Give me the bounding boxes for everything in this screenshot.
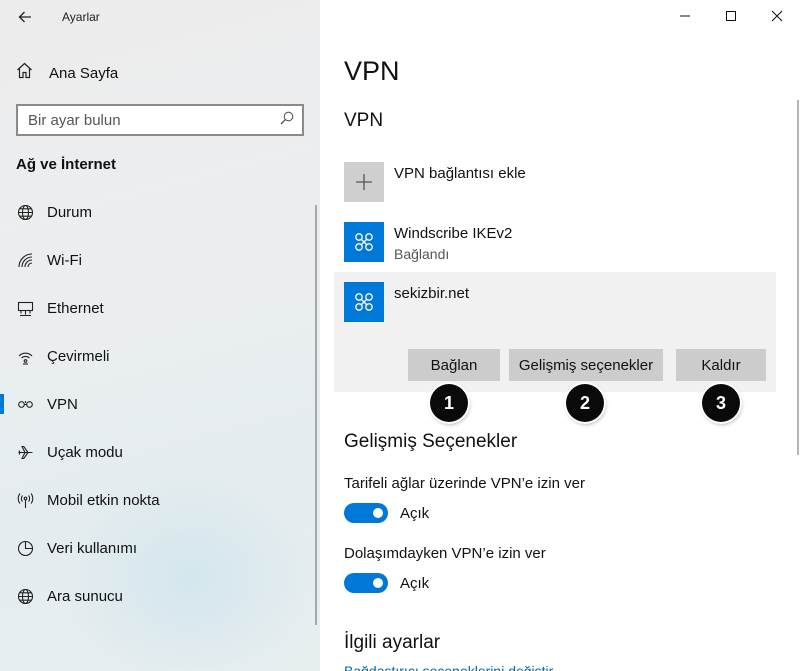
- sidebar-item-label: Uçak modu: [47, 443, 123, 461]
- ethernet-icon: [16, 299, 34, 317]
- vpn-connection-windscribe[interactable]: Windscribe IKEv2 Bağlandı: [344, 222, 776, 262]
- roaming-label: Dolaşımdayken VPN’e izin ver: [344, 545, 546, 562]
- vpn-icon: [355, 293, 373, 311]
- vpn-tile: [344, 222, 384, 262]
- pie-chart-icon: [16, 539, 34, 557]
- annotation-badge-1: 1: [430, 384, 468, 422]
- globe-icon: [16, 203, 34, 221]
- sidebar-section-title: Ağ ve İnternet: [16, 156, 117, 173]
- advanced-options-title: Gelişmiş Seçenekler: [344, 431, 518, 452]
- connect-button[interactable]: Bağlan: [408, 349, 500, 381]
- sidebar-item-label: VPN: [47, 395, 78, 413]
- add-vpn-label: VPN bağlantısı ekle: [394, 165, 526, 182]
- sidebar-item-label: Veri kullanımı: [47, 539, 138, 557]
- sidebar-nav: Durum Wi-Fi Ethernet Çevirmeli VPN Uçak …: [0, 188, 316, 620]
- dialup-icon: [16, 347, 34, 365]
- search-icon[interactable]: [280, 111, 294, 130]
- plus-icon: [356, 174, 372, 190]
- related-settings-title: İlgili ayarlar: [344, 632, 441, 653]
- add-icon-tile: [344, 162, 384, 202]
- sidebar-item-hotspot[interactable]: Mobil etkin nokta: [0, 476, 316, 524]
- airplane-icon: [16, 443, 34, 461]
- sidebar-item-label: Wi-Fi: [47, 251, 82, 269]
- sidebar-item-label: Mobil etkin nokta: [47, 491, 160, 509]
- metered-networks-toggle[interactable]: [344, 503, 388, 523]
- sidebar-item-data-usage[interactable]: Veri kullanımı: [0, 524, 316, 572]
- toggle-state-label: Açık: [400, 504, 430, 522]
- wifi-icon: [16, 251, 34, 269]
- section-title: VPN: [344, 110, 384, 131]
- roaming-toggle-row[interactable]: Açık: [344, 573, 429, 593]
- sidebar-item-airplane[interactable]: Uçak modu: [0, 428, 316, 476]
- roaming-toggle[interactable]: [344, 573, 388, 593]
- hotspot-icon: [16, 491, 34, 509]
- back-button[interactable]: [12, 4, 38, 30]
- toggle-state-label: Açık: [400, 574, 430, 592]
- metered-networks-toggle-row[interactable]: Açık: [344, 503, 429, 523]
- sidebar-home-label: Ana Sayfa: [49, 64, 119, 82]
- vpn-connection-sekizbir[interactable]: sekizbir.net: [344, 282, 776, 322]
- sidebar-item-label: Durum: [47, 203, 93, 221]
- vpn-icon: [355, 233, 373, 251]
- sidebar-item-dialup[interactable]: Çevirmeli: [0, 332, 316, 380]
- sidebar-item-ethernet[interactable]: Ethernet: [0, 284, 316, 332]
- app-title: Ayarlar: [62, 10, 100, 24]
- sidebar: Ayarlar Ana Sayfa Ağ ve İnternet Durum: [0, 0, 320, 671]
- home-icon: [16, 62, 33, 84]
- sidebar-item-proxy[interactable]: Ara sunucu: [0, 572, 316, 620]
- main-scrollbar[interactable]: [797, 100, 799, 455]
- connection-name: Windscribe IKEv2: [394, 225, 513, 242]
- page-title: VPN: [344, 56, 400, 86]
- back-arrow-icon: [18, 11, 31, 23]
- sidebar-item-wifi[interactable]: Wi-Fi: [0, 236, 316, 284]
- sidebar-item-label: Çevirmeli: [47, 347, 110, 365]
- metered-networks-label: Tarifeli ağlar üzerinde VPN’e izin ver: [344, 475, 585, 492]
- sidebar-item-vpn[interactable]: VPN: [0, 380, 316, 428]
- search-input[interactable]: [28, 111, 280, 129]
- vpn-tile: [344, 282, 384, 322]
- sidebar-item-durum[interactable]: Durum: [0, 188, 316, 236]
- sidebar-home[interactable]: Ana Sayfa: [16, 62, 119, 84]
- advanced-options-button[interactable]: Gelişmiş seçenekler: [509, 349, 663, 381]
- annotation-badge-3: 3: [702, 384, 740, 422]
- remove-button[interactable]: Kaldır: [676, 349, 766, 381]
- add-vpn-connection[interactable]: VPN bağlantısı ekle: [344, 162, 526, 202]
- sidebar-item-label: Ara sunucu: [47, 587, 123, 605]
- connection-status: Bağlandı: [394, 246, 450, 262]
- globe-icon: [16, 587, 34, 605]
- change-adapter-options-link[interactable]: Bağdaştırıcı seçeneklerini değiştir: [344, 663, 553, 671]
- vpn-icon: [16, 395, 34, 413]
- connection-name: sekizbir.net: [394, 285, 470, 302]
- sidebar-scrollbar[interactable]: [315, 205, 317, 625]
- sidebar-item-label: Ethernet: [47, 299, 104, 317]
- search-box[interactable]: [16, 104, 304, 136]
- annotation-badge-2: 2: [566, 384, 604, 422]
- main-content: VPN VPN VPN bağlantısı ekle Windscribe I…: [320, 0, 800, 671]
